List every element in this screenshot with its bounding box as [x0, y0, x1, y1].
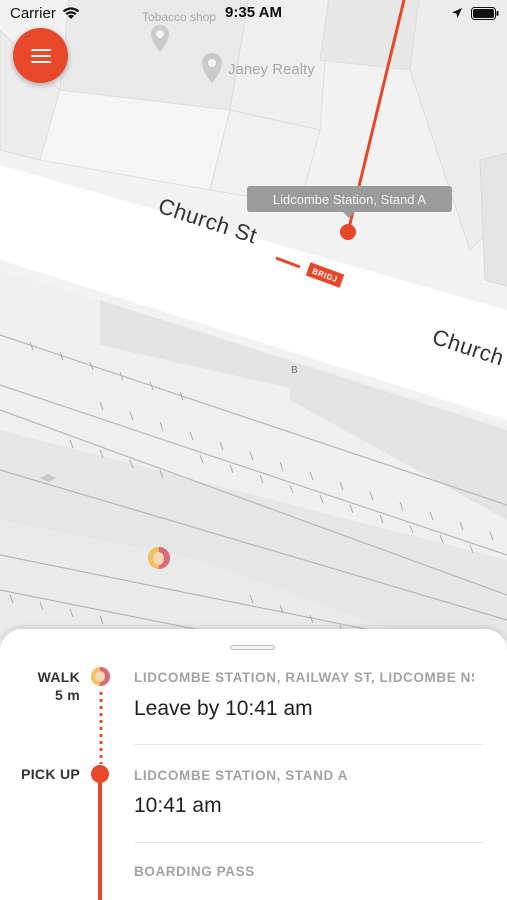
walk-dotted-line	[99, 690, 103, 764]
status-time: 9:35 AM	[225, 4, 282, 21]
walk-stop-title[interactable]: LIDCOMBE STATION, RAILWAY ST, LIDCOMBE N…	[134, 670, 474, 685]
walker-avatar	[91, 667, 110, 686]
poi-label-janey-realty[interactable]: Janey Realty	[228, 61, 315, 78]
ride-line	[98, 775, 102, 900]
stop-tooltip[interactable]: Lidcombe Station, Stand A	[247, 186, 452, 218]
walk-duration: 5 m	[54, 687, 80, 703]
divider	[134, 842, 483, 843]
walk-label: WALK	[37, 669, 80, 685]
divider	[134, 744, 483, 745]
pickup-time: 10:41 am	[134, 794, 222, 817]
walk-leave-time: Leave by 10:41 am	[134, 697, 313, 720]
platform-letter: B	[291, 365, 298, 376]
status-bar: Carrier 9:35 AM	[0, 0, 507, 28]
hamburger-menu-icon	[30, 48, 51, 63]
walk-step-label: WALK 5 m	[38, 668, 80, 704]
battery-icon	[471, 7, 499, 20]
location-arrow-icon	[452, 8, 462, 18]
pickup-step-label: PICK UP	[21, 766, 80, 782]
menu-button[interactable]	[13, 28, 68, 83]
sheet-drag-handle[interactable]	[230, 645, 275, 650]
boarding-pass-link[interactable]: BOARDING PASS	[134, 864, 474, 879]
pickup-stop-title[interactable]: LIDCOMBE STATION, STAND A	[134, 768, 474, 783]
user-location-avatar	[148, 547, 170, 569]
